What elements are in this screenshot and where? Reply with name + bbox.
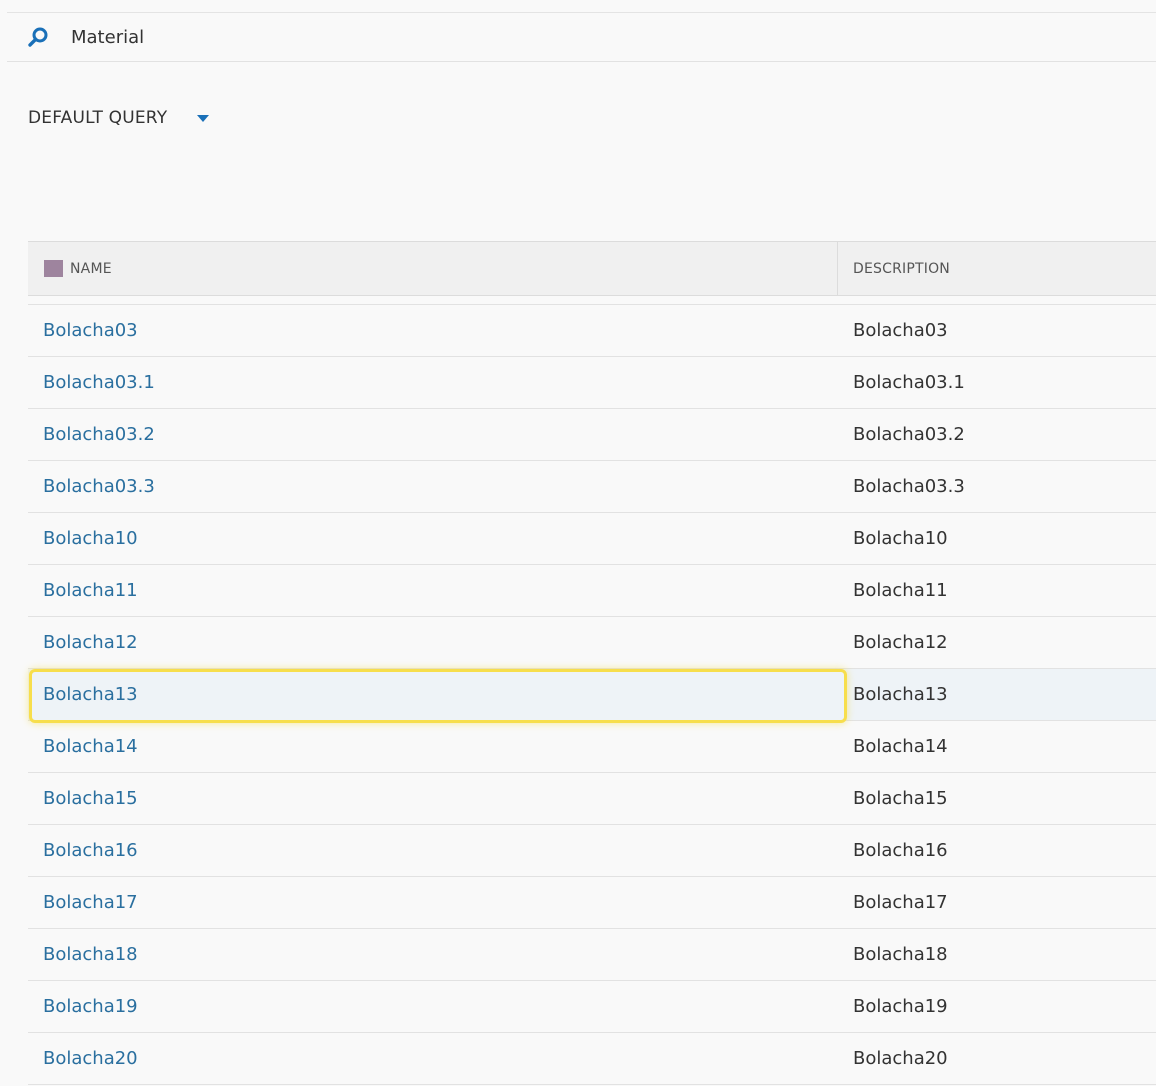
row-name-link[interactable]: Bolacha20 <box>28 1048 838 1069</box>
table-row[interactable]: Bolacha11 Bolacha11 <box>28 565 1156 617</box>
row-description: Bolacha03.2 <box>853 424 965 445</box>
table-row[interactable]: Bolacha03.3 Bolacha03.3 <box>28 461 1156 513</box>
table-row[interactable]: Bolacha16 Bolacha16 <box>28 825 1156 877</box>
chevron-down-icon[interactable] <box>197 114 210 122</box>
row-description: Bolacha13 <box>853 684 948 705</box>
row-description: Bolacha10 <box>853 528 948 549</box>
row-name-link[interactable]: Bolacha11 <box>28 580 838 601</box>
row-description: Bolacha18 <box>853 944 948 965</box>
column-header-name[interactable]: NAME <box>28 242 838 295</box>
table-row[interactable]: Bolacha03.1 Bolacha03.1 <box>28 357 1156 409</box>
row-name-link[interactable]: Bolacha13 <box>28 684 838 705</box>
table-header: NAME DESCRIPTION <box>28 241 1156 296</box>
table-row[interactable]: Bolacha12 Bolacha12 <box>28 617 1156 669</box>
query-label: DEFAULT QUERY <box>28 108 168 128</box>
table-row[interactable]: Bolacha17 Bolacha17 <box>28 877 1156 929</box>
column-header-description-label: DESCRIPTION <box>853 260 950 277</box>
material-list-page: Material DEFAULT QUERY NAME DESCRIPTION … <box>0 0 1156 1086</box>
row-name-link[interactable]: Bolacha15 <box>28 788 838 809</box>
material-table: NAME DESCRIPTION Bolacha03 Bolacha03 Bolac… <box>28 241 1156 1085</box>
column-header-description[interactable]: DESCRIPTION <box>838 242 1156 295</box>
header-spacer <box>28 296 1156 305</box>
row-description: Bolacha03.3 <box>853 476 965 497</box>
row-description: Bolacha20 <box>853 1048 948 1069</box>
row-description: Bolacha11 <box>853 580 948 601</box>
table-row[interactable]: Bolacha15 Bolacha15 <box>28 773 1156 825</box>
table-row[interactable]: Bolacha03.2 Bolacha03.2 <box>28 409 1156 461</box>
row-name-link[interactable]: Bolacha03.1 <box>28 372 838 393</box>
row-name-link[interactable]: Bolacha03 <box>28 320 838 341</box>
row-name-link[interactable]: Bolacha10 <box>28 528 838 549</box>
row-name-link[interactable]: Bolacha16 <box>28 840 838 861</box>
row-name-link[interactable]: Bolacha14 <box>28 736 838 757</box>
row-name-link[interactable]: Bolacha03.3 <box>28 476 838 497</box>
row-description: Bolacha15 <box>853 788 948 809</box>
row-name-link[interactable]: Bolacha03.2 <box>28 424 838 445</box>
row-name-link[interactable]: Bolacha12 <box>28 632 838 653</box>
search-label: Material <box>71 26 145 48</box>
row-description: Bolacha03.1 <box>853 372 965 393</box>
row-name-link[interactable]: Bolacha19 <box>28 996 838 1017</box>
row-name-link[interactable]: Bolacha18 <box>28 944 838 965</box>
search-icon[interactable] <box>27 26 49 48</box>
row-description: Bolacha17 <box>853 892 948 913</box>
table-row[interactable]: Bolacha03 Bolacha03 <box>28 305 1156 357</box>
column-header-name-label: NAME <box>70 260 112 277</box>
search-bar[interactable]: Material <box>7 13 1156 62</box>
row-description: Bolacha16 <box>853 840 948 861</box>
table-row[interactable]: Bolacha19 Bolacha19 <box>28 981 1156 1033</box>
table-row[interactable]: Bolacha18 Bolacha18 <box>28 929 1156 981</box>
row-description: Bolacha03 <box>853 320 948 341</box>
row-description: Bolacha12 <box>853 632 948 653</box>
query-dropdown[interactable]: DEFAULT QUERY <box>28 104 210 132</box>
table-row[interactable]: Bolacha13 Bolacha13 <box>28 669 1156 723</box>
table-row[interactable]: Bolacha10 Bolacha10 <box>28 513 1156 565</box>
row-description: Bolacha14 <box>853 736 948 757</box>
row-name-link[interactable]: Bolacha17 <box>28 892 838 913</box>
table-row[interactable]: Bolacha14 Bolacha14 <box>28 721 1156 773</box>
select-all-checkbox[interactable] <box>44 260 63 277</box>
row-description: Bolacha19 <box>853 996 948 1017</box>
table-row[interactable]: Bolacha20 Bolacha20 <box>28 1033 1156 1085</box>
table-body: Bolacha03 Bolacha03 Bolacha03.1 Bolacha03.1… <box>28 305 1156 1085</box>
